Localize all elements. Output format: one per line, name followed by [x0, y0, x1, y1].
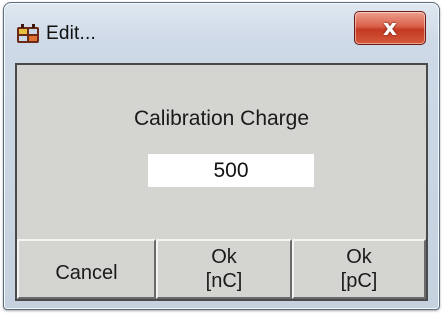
app-icon [16, 24, 40, 46]
ok-pc-button-unit: [pC] [340, 270, 378, 292]
ok-nc-button[interactable]: Ok [nC] [156, 239, 292, 299]
ok-pc-button[interactable]: Ok [pC] [292, 239, 426, 299]
ok-nc-button-unit: [nC] [205, 270, 243, 292]
button-row: Cancel Ok [nC] Ok [pC] [17, 239, 426, 299]
title-bar[interactable]: Edit... x [4, 3, 439, 63]
close-icon: x [382, 15, 398, 41]
ok-pc-button-label: Ok [346, 246, 372, 268]
calibration-charge-input[interactable]: 500 [148, 154, 314, 187]
edit-dialog-window: Edit... x Calibration Charge 500 Cancel … [3, 2, 440, 310]
dialog-content: Calibration Charge 500 Cancel Ok [nC] Ok… [15, 63, 428, 301]
cancel-button-label: Cancel [55, 262, 118, 284]
window-title: Edit... [46, 23, 96, 44]
ok-nc-button-label: Ok [211, 246, 237, 268]
cancel-button[interactable]: Cancel [17, 239, 156, 299]
calibration-charge-label: Calibration Charge [133, 107, 310, 130]
close-button[interactable]: x [354, 11, 426, 45]
